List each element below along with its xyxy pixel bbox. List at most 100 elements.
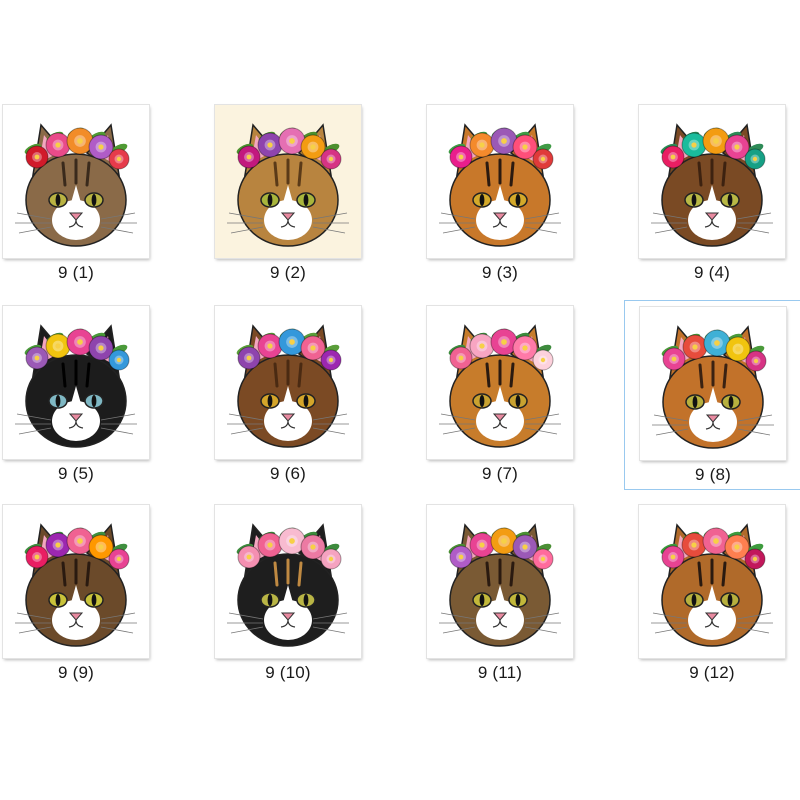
- flower-center: [246, 355, 252, 361]
- fur-stripe: [485, 161, 491, 187]
- file-name-label[interactable]: 9 (2): [200, 263, 376, 283]
- file-item[interactable]: 9 (2): [200, 99, 400, 289]
- file-thumbnail[interactable]: [3, 105, 149, 258]
- file-item[interactable]: 9 (4): [624, 99, 800, 289]
- cat-pupil: [515, 194, 521, 206]
- file-name-label[interactable]: 9 (8): [625, 465, 800, 485]
- flower-center: [267, 343, 273, 349]
- fur-stripe: [297, 161, 303, 187]
- file-thumbnail[interactable]: [215, 105, 361, 258]
- flower-center: [540, 156, 546, 162]
- flower-center: [267, 542, 273, 548]
- cat-image: [427, 306, 573, 459]
- flower-center: [479, 142, 485, 148]
- cat-pupil: [267, 594, 273, 606]
- cat-pupil: [479, 194, 485, 206]
- fur-stripe: [721, 561, 727, 587]
- cat-image: [639, 105, 785, 258]
- file-name-label[interactable]: 9 (11): [412, 663, 588, 683]
- fur-stripe: [297, 362, 303, 388]
- file-name-label[interactable]: 9 (1): [0, 263, 164, 283]
- flower-center: [501, 538, 507, 544]
- file-item[interactable]: 9 (1): [0, 99, 188, 289]
- flower-center: [501, 339, 507, 345]
- cat-image: [3, 105, 149, 258]
- fur-stripe: [722, 363, 728, 389]
- file-name-label[interactable]: 9 (10): [200, 663, 376, 683]
- file-name-label[interactable]: 9 (9): [0, 663, 164, 683]
- fur-stripe: [61, 561, 67, 587]
- file-item[interactable]: 9 (3): [412, 99, 612, 289]
- fur-stripe: [509, 161, 515, 187]
- cat-pupil: [479, 594, 485, 606]
- flower-center: [692, 344, 698, 350]
- file-name-label[interactable]: 9 (12): [624, 663, 800, 683]
- flower-center: [310, 544, 316, 550]
- file-name-label[interactable]: 9 (6): [200, 464, 376, 484]
- cat-pupil: [267, 194, 273, 206]
- flower-center: [55, 343, 61, 349]
- flower-center: [116, 556, 122, 562]
- cat-image: [640, 307, 786, 460]
- file-thumbnail[interactable]: [640, 307, 786, 460]
- file-name-label[interactable]: 9 (4): [624, 263, 800, 283]
- file-item[interactable]: 9 (7): [412, 300, 612, 490]
- file-thumbnail[interactable]: [215, 505, 361, 658]
- cat-pupil: [727, 194, 733, 206]
- file-thumbnail[interactable]: [427, 306, 573, 459]
- file-item[interactable]: 9 (5): [0, 300, 188, 490]
- flower-center: [522, 544, 528, 550]
- fur-stripe: [273, 362, 279, 388]
- flower-center: [246, 154, 252, 160]
- file-item[interactable]: 9 (11): [412, 499, 612, 689]
- file-item[interactable]: 9 (8): [624, 300, 800, 490]
- file-name-label[interactable]: 9 (7): [412, 464, 588, 484]
- cat-pupil: [303, 395, 309, 407]
- file-item[interactable]: 9 (6): [200, 300, 400, 490]
- file-name-label[interactable]: 9 (5): [0, 464, 164, 484]
- file-item[interactable]: 9 (9): [0, 499, 188, 689]
- flower-center: [55, 542, 61, 548]
- cat-pupil: [727, 594, 733, 606]
- flower-center: [540, 357, 546, 363]
- cat-pupil: [91, 594, 97, 606]
- fur-stripe: [85, 161, 91, 187]
- fur-stripe: [273, 161, 279, 187]
- flower-center: [34, 355, 40, 361]
- fur-stripe: [273, 561, 279, 587]
- file-thumbnail[interactable]: [639, 505, 785, 658]
- flower-center: [310, 345, 316, 351]
- flower-center: [55, 142, 61, 148]
- file-thumbnail[interactable]: [639, 105, 785, 258]
- flower-center: [289, 138, 295, 144]
- file-thumbnail[interactable]: [215, 306, 361, 459]
- file-thumbnail[interactable]: [3, 505, 149, 658]
- flower-center: [458, 554, 464, 560]
- file-item[interactable]: 9 (10): [200, 499, 400, 689]
- cat-pupil: [55, 594, 61, 606]
- flower-center: [522, 345, 528, 351]
- file-explorer-view: { "files": [ {"name": "9 (1)", "face": "…: [0, 0, 800, 800]
- cat-image: [3, 306, 149, 459]
- flower-center: [328, 556, 334, 562]
- flower-center: [289, 339, 295, 345]
- cat-image: [3, 505, 149, 658]
- flower-center: [714, 340, 720, 346]
- flower-center: [267, 142, 273, 148]
- file-thumbnail[interactable]: [3, 306, 149, 459]
- file-name-label[interactable]: 9 (3): [412, 263, 588, 283]
- cat-pupil: [91, 194, 97, 206]
- file-thumbnail[interactable]: [427, 505, 573, 658]
- file-thumbnail[interactable]: [427, 105, 573, 258]
- fur-stripe: [485, 362, 491, 388]
- file-item[interactable]: 9 (12): [624, 499, 800, 689]
- flower-center: [458, 355, 464, 361]
- flower-center: [34, 154, 40, 160]
- cat-pupil: [515, 395, 521, 407]
- flower-center: [98, 144, 104, 150]
- cat-image: [427, 505, 573, 658]
- flower-center: [34, 554, 40, 560]
- flower-center: [289, 538, 295, 544]
- fur-stripe: [85, 561, 91, 587]
- flower-center: [670, 554, 676, 560]
